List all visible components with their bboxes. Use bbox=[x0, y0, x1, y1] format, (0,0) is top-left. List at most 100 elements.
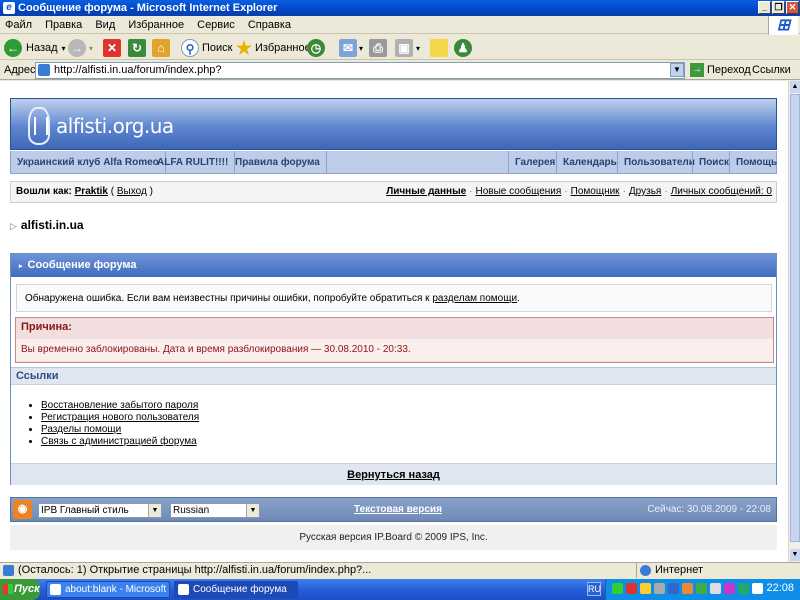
nav-ukrainian-club[interactable]: Украинский клуб Alfa Romeo bbox=[11, 151, 166, 174]
task-label: about:blank - Microsoft I... bbox=[65, 584, 167, 600]
language-indicator[interactable]: RU bbox=[587, 582, 601, 596]
forward-arrow-icon: → bbox=[68, 39, 86, 57]
breadcrumb-home-link[interactable]: alfisti.in.ua bbox=[21, 218, 84, 232]
back-button[interactable]: ← Назад ▾ bbox=[4, 37, 66, 59]
scroll-down-icon[interactable]: ▼ bbox=[790, 549, 800, 561]
mail-icon: ✉ bbox=[339, 39, 357, 57]
page-icon bbox=[38, 64, 50, 76]
tray-icon[interactable] bbox=[626, 583, 637, 594]
tray-icon[interactable] bbox=[640, 583, 651, 594]
mail-dropdown-icon[interactable]: ▾ bbox=[359, 44, 363, 53]
menu-edit[interactable]: Правка bbox=[40, 16, 87, 34]
forum-navbar: Украинский клуб Alfa Romeo ALFA RULIT!!!… bbox=[10, 151, 777, 174]
discuss-button[interactable] bbox=[430, 37, 448, 59]
messenger-button[interactable]: ♟ bbox=[454, 37, 472, 59]
assistant-link[interactable]: Помощник bbox=[571, 186, 620, 197]
home-button[interactable]: ⌂ bbox=[152, 37, 170, 59]
my-controls-link[interactable]: Личные данные bbox=[386, 186, 466, 197]
search-icon: ⚲ bbox=[181, 39, 199, 57]
nav-users[interactable]: Пользователи bbox=[617, 151, 701, 174]
help-link[interactable]: Разделы помощи bbox=[41, 424, 121, 435]
username-link[interactable]: Praktik bbox=[75, 186, 108, 197]
nav-gallery[interactable]: Галерея bbox=[508, 151, 561, 174]
home-icon: ⌂ bbox=[152, 39, 170, 57]
alfa-logo-icon bbox=[28, 107, 50, 145]
scroll-thumb[interactable] bbox=[790, 94, 800, 542]
address-dropdown-icon[interactable]: ▼ bbox=[670, 63, 684, 77]
links-button[interactable]: Ссылки bbox=[752, 64, 791, 76]
contact-admin-link[interactable]: Связь с администрацией форума bbox=[41, 436, 197, 447]
text-version-link[interactable]: Текстовая версия bbox=[354, 504, 442, 515]
close-button[interactable]: ✕ bbox=[786, 1, 799, 14]
security-zone: Интернет bbox=[636, 563, 800, 578]
tray-icon[interactable] bbox=[752, 583, 763, 594]
nav-help[interactable]: Помощь bbox=[729, 151, 783, 174]
vertical-scrollbar[interactable]: ▲ ▼ bbox=[788, 81, 800, 562]
maximize-button[interactable]: ❐ bbox=[772, 1, 785, 14]
chevron-down-icon: ▼ bbox=[246, 504, 259, 517]
refresh-button[interactable]: ↻ bbox=[128, 37, 146, 59]
tray-icon[interactable] bbox=[612, 583, 623, 594]
tray-icon[interactable] bbox=[668, 583, 679, 594]
links-title: Ссылки bbox=[11, 367, 776, 385]
task-about-blank[interactable]: about:blank - Microsoft I... bbox=[46, 581, 170, 600]
menu-favorites[interactable]: Избранное bbox=[123, 16, 189, 34]
address-bar: Адрес: http://alfisti.in.ua/forum/index.… bbox=[0, 61, 800, 80]
menu-bar: Файл Правка Вид Избранное Сервис Справка bbox=[0, 16, 800, 34]
error-info: Обнаружена ошибка. Если вам неизвестны п… bbox=[16, 284, 772, 312]
task-forum-message[interactable]: Сообщение форума -... bbox=[174, 581, 298, 600]
tray-icon[interactable] bbox=[738, 583, 749, 594]
address-input[interactable]: http://alfisti.in.ua/forum/index.php? bbox=[35, 62, 685, 79]
forum-logo[interactable]: alfisti.org.ua bbox=[28, 107, 174, 145]
nav-alfa-rulit[interactable]: ALFA RULIT!!!! bbox=[151, 151, 236, 174]
back-bar: Вернуться назад bbox=[11, 463, 776, 485]
tray-icon[interactable] bbox=[696, 583, 707, 594]
logged-in-label: Вошли как: bbox=[16, 186, 72, 197]
stop-button[interactable]: ✕ bbox=[103, 37, 121, 59]
edit-button[interactable]: ▣ ▾ bbox=[395, 37, 420, 59]
menu-file[interactable]: Файл bbox=[0, 16, 37, 34]
list-item: Разделы помощи bbox=[41, 424, 199, 436]
skin-select[interactable]: IPB Главный стиль ▼ bbox=[38, 503, 162, 518]
logout-link[interactable]: Выход bbox=[117, 186, 147, 197]
minimize-button[interactable]: _ bbox=[758, 1, 771, 14]
help-sections-link[interactable]: разделам помощи bbox=[432, 293, 517, 304]
scroll-up-icon[interactable]: ▲ bbox=[790, 81, 800, 93]
new-posts-link[interactable]: Новые сообщения bbox=[476, 186, 562, 197]
back-dropdown-icon[interactable]: ▾ bbox=[62, 44, 66, 53]
forward-button[interactable]: → ▾ bbox=[68, 37, 93, 59]
register-link[interactable]: Регистрация нового пользователя bbox=[41, 412, 199, 423]
private-messages-link[interactable]: Личных сообщений: 0 bbox=[671, 186, 772, 197]
status-bar: (Осталось: 1) Открытие страницы http://a… bbox=[0, 562, 800, 578]
history-button[interactable]: ◷ bbox=[307, 37, 325, 59]
favorites-button[interactable]: ★ Избранное bbox=[235, 37, 311, 59]
nav-forum-rules[interactable]: Правила форума bbox=[229, 151, 327, 174]
tray-icon[interactable] bbox=[710, 583, 721, 594]
nav-calendar[interactable]: Календарь bbox=[556, 151, 623, 174]
go-back-link[interactable]: Вернуться назад bbox=[347, 469, 440, 481]
print-button[interactable]: ⎙ bbox=[369, 37, 387, 59]
menu-tools[interactable]: Сервис bbox=[192, 16, 240, 34]
tray-icon[interactable] bbox=[724, 583, 735, 594]
go-button[interactable]: → Переход bbox=[690, 63, 751, 77]
window-title: Сообщение форума - Microsoft Internet Ex… bbox=[18, 2, 278, 14]
friends-link[interactable]: Друзья bbox=[629, 186, 661, 197]
start-button[interactable]: Пуск bbox=[0, 579, 40, 600]
edit-dropdown-icon[interactable]: ▾ bbox=[416, 44, 420, 53]
list-item: Регистрация нового пользователя bbox=[41, 412, 199, 424]
tray-icon[interactable] bbox=[682, 583, 693, 594]
menu-help[interactable]: Справка bbox=[243, 16, 296, 34]
mail-button[interactable]: ✉ ▾ bbox=[339, 37, 363, 59]
language-select[interactable]: Russian ▼ bbox=[170, 503, 260, 518]
reason-text: Вы временно заблокированы. Дата и время … bbox=[16, 339, 773, 361]
favorites-label: Избранное bbox=[255, 42, 311, 54]
address-url: http://alfisti.in.ua/forum/index.php? bbox=[54, 64, 222, 76]
message-box: ▸ Сообщение форума Обнаружена ошибка. Есл… bbox=[10, 253, 777, 485]
recover-password-link[interactable]: Восстановление забытого пароля bbox=[41, 400, 198, 411]
menu-view[interactable]: Вид bbox=[90, 16, 120, 34]
note-icon bbox=[430, 39, 448, 57]
tray-icon[interactable] bbox=[654, 583, 665, 594]
rss-icon[interactable]: ◉ bbox=[13, 500, 32, 519]
forward-dropdown-icon[interactable]: ▾ bbox=[89, 44, 93, 53]
search-button[interactable]: ⚲ Поиск bbox=[181, 37, 232, 59]
